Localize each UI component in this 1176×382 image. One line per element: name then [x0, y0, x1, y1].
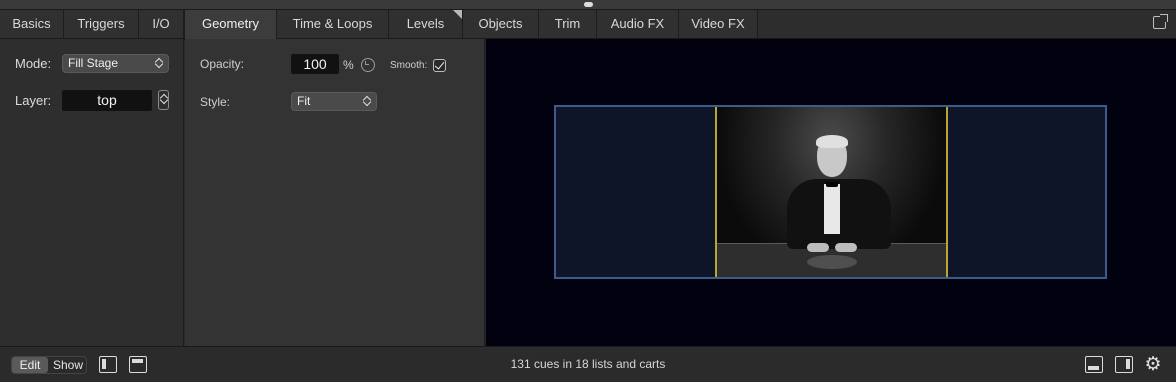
- toggle-right-sidebar-icon[interactable]: [1115, 356, 1133, 373]
- bottom-toolbar: 131 cues in 18 lists and carts Edit Show…: [0, 346, 1176, 382]
- style-label: Style:: [200, 95, 231, 109]
- gear-icon[interactable]: ⚙: [1144, 355, 1162, 374]
- video-frame[interactable]: [715, 107, 948, 277]
- tab-audio-fx[interactable]: Audio FX: [597, 10, 679, 38]
- tab-video-fx[interactable]: Video FX: [679, 10, 758, 38]
- opacity-unit: %: [343, 58, 354, 72]
- mode-popup[interactable]: Fill Stage: [62, 54, 169, 73]
- tab-basics[interactable]: Basics: [0, 10, 64, 38]
- toggle-left-sidebar-icon[interactable]: [99, 356, 117, 373]
- video-spotlight: [807, 255, 857, 269]
- style-popup[interactable]: Fit: [291, 92, 377, 111]
- bottom-bar-glyph: [1088, 366, 1099, 370]
- edit-show-toggle[interactable]: Edit Show: [11, 356, 87, 374]
- left-bar-glyph: [102, 359, 106, 369]
- reset-opacity-icon[interactable]: [361, 58, 375, 72]
- style-value: Fit: [297, 94, 311, 108]
- tab-levels-label: Levels: [406, 16, 445, 31]
- mode-value: Fill Stage: [68, 56, 119, 70]
- window-top-strip: [0, 0, 1176, 10]
- opacity-field[interactable]: 100: [291, 54, 339, 74]
- geometry-panel: Opacity: 100 % Smooth: Style: Fit: [185, 39, 485, 346]
- video-figure-hand-left: [807, 243, 829, 252]
- video-figure-hair: [816, 135, 848, 148]
- tab-io[interactable]: I/O: [139, 10, 184, 38]
- tab-objects[interactable]: Objects: [463, 10, 539, 38]
- right-bar-glyph: [1126, 359, 1130, 369]
- status-text: 131 cues in 18 lists and carts: [510, 357, 666, 371]
- tab-levels[interactable]: Levels: [389, 10, 463, 38]
- chevron-updown-icon: [363, 94, 372, 109]
- toggle-top-pane-icon[interactable]: [129, 356, 147, 373]
- tab-time-loops[interactable]: Time & Loops: [277, 10, 389, 38]
- opacity-label: Opacity:: [200, 57, 245, 71]
- tab-geometry[interactable]: Geometry: [184, 10, 277, 40]
- stage-bounds[interactable]: [554, 105, 1107, 279]
- tab-trim[interactable]: Trim: [539, 10, 597, 38]
- show-mode-button[interactable]: Show: [50, 357, 86, 373]
- layer-field[interactable]: top: [62, 90, 152, 111]
- top-bar-glyph: [132, 359, 143, 363]
- layer-label: Layer:: [15, 93, 52, 108]
- popout-icon[interactable]: [1153, 14, 1168, 29]
- mode-label: Mode:: [15, 56, 52, 71]
- video-figure-hand-right: [835, 243, 857, 252]
- edit-mode-button[interactable]: Edit: [12, 357, 48, 373]
- chevron-updown-icon: [155, 56, 164, 71]
- smooth-checkbox[interactable]: [433, 59, 446, 72]
- resize-grip[interactable]: [584, 2, 593, 7]
- video-figure-shirt: [824, 184, 840, 234]
- tab-triggers[interactable]: Triggers: [64, 10, 139, 38]
- smooth-label: Smooth:: [390, 60, 428, 71]
- stage-preview: [486, 39, 1176, 346]
- layer-stepper[interactable]: [158, 90, 169, 110]
- levels-indicator-icon: [453, 10, 462, 19]
- stepper-arrows-icon: [160, 92, 168, 108]
- toggle-bottom-pane-icon[interactable]: [1085, 356, 1103, 373]
- video-figure-bowtie: [826, 182, 838, 187]
- inspector-tab-bar: Basics Triggers I/O Geometry Time & Loop…: [0, 10, 1176, 40]
- left-settings-panel: Mode: Fill Stage Layer: top: [0, 39, 184, 346]
